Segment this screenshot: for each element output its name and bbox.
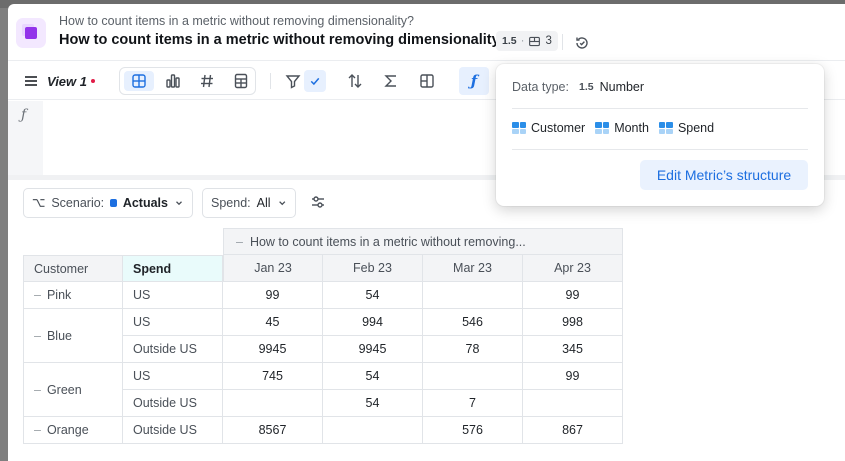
layout-icon[interactable] (418, 68, 436, 94)
sheet-view-icon[interactable] (233, 72, 249, 90)
value-cell[interactable]: 45 (223, 309, 323, 336)
month-header-feb[interactable]: Feb 23 (323, 255, 423, 282)
formula-gutter: ƒ (8, 101, 43, 175)
dimension-month[interactable]: Month (595, 121, 649, 135)
metric-app-icon (16, 18, 46, 48)
value-cell[interactable] (523, 390, 623, 417)
customer-row-orange[interactable]: – Orange (23, 417, 123, 444)
value-cell[interactable] (223, 390, 323, 417)
dimension-list: Customer Month Spend (512, 121, 714, 135)
value-cell[interactable]: 9945 (223, 336, 323, 363)
page-title[interactable]: How to count items in a metric without r… (59, 32, 509, 48)
view-selector[interactable]: View 1 (47, 68, 95, 94)
scenario-color-swatch (110, 199, 117, 207)
dimension-spend[interactable]: Spend (658, 121, 714, 135)
unsaved-indicator (90, 79, 95, 83)
view-mode-group (119, 67, 256, 95)
value-cell[interactable]: 54 (323, 363, 423, 390)
formula-icon[interactable]: ƒ (459, 67, 489, 95)
sort-icon[interactable] (346, 68, 364, 94)
header-divider (562, 34, 563, 50)
metric-group-header[interactable]: – How to count items in a metric without… (223, 228, 623, 255)
popover-divider (512, 149, 808, 150)
month-header-mar[interactable]: Mar 23 (423, 255, 523, 282)
month-header-jan[interactable]: Jan 23 (223, 255, 323, 282)
data-type-label: Data type: (512, 80, 569, 94)
value-cell[interactable]: 99 (223, 282, 323, 309)
customer-column-header[interactable]: Customer (23, 255, 123, 282)
metric-type-chip[interactable]: 1.5 · 3 (496, 31, 558, 51)
filter-check-icon[interactable] (304, 70, 326, 92)
dimension-customer[interactable]: Customer (512, 121, 585, 135)
dimension-icon (658, 122, 673, 134)
spend-cell: Outside US (123, 417, 223, 444)
edit-metric-structure-button[interactable]: Edit Metric’s structure (640, 160, 808, 190)
value-cell[interactable]: 546 (423, 309, 523, 336)
spend-filter-value: All (256, 196, 271, 210)
breadcrumb[interactable]: How to count items in a metric without r… (59, 14, 414, 28)
value-cell[interactable]: 99 (523, 282, 623, 309)
dimension-icon (595, 122, 610, 134)
spend-filter-label: Spend: (211, 196, 251, 210)
customer-row-green[interactable]: – Green (23, 363, 123, 417)
scenario-icon (32, 199, 45, 207)
value-cell[interactable]: 576 (423, 417, 523, 444)
value-cell[interactable]: 9945 (323, 336, 423, 363)
number-view-icon[interactable] (199, 72, 215, 90)
menu-icon[interactable] (22, 68, 40, 94)
data-type-value: Number (599, 80, 645, 94)
value-cell[interactable] (423, 363, 523, 390)
chart-view-icon[interactable] (165, 72, 181, 90)
value-cell[interactable] (423, 282, 523, 309)
dimension-count: 3 (545, 35, 552, 47)
number-type-icon: 1.5 (502, 35, 517, 47)
spend-cell: US (123, 363, 223, 390)
value-cell[interactable]: 345 (523, 336, 623, 363)
value-cell[interactable]: 998 (523, 309, 623, 336)
number-type-icon: 1.5 (578, 81, 594, 93)
filter-settings-icon[interactable] (310, 194, 326, 210)
history-icon[interactable] (574, 35, 590, 51)
table-view-icon[interactable] (131, 72, 147, 90)
spend-cell: US (123, 309, 223, 336)
spend-column-header[interactable]: Spend (123, 255, 223, 282)
value-cell[interactable]: 99 (523, 363, 623, 390)
value-cell[interactable]: 54 (323, 390, 423, 417)
scenario-label: Scenario: (51, 196, 105, 210)
value-cell[interactable]: 54 (323, 282, 423, 309)
view-label: View 1 (47, 73, 87, 89)
data-type-row: Data type: 1.5 Number (512, 80, 644, 94)
value-cell[interactable]: 745 (223, 363, 323, 390)
popover-divider (512, 108, 808, 109)
formula-editor[interactable] (43, 101, 503, 175)
month-header-apr[interactable]: Apr 23 (523, 255, 623, 282)
customer-row-blue[interactable]: – Blue (23, 309, 123, 363)
spend-cell: Outside US (123, 336, 223, 363)
value-cell[interactable]: 78 (423, 336, 523, 363)
spend-filter[interactable]: Spend: All (202, 188, 296, 218)
spend-cell: Outside US (123, 390, 223, 417)
value-cell[interactable]: 994 (323, 309, 423, 336)
dimension-icon (512, 122, 526, 134)
sum-icon[interactable] (382, 68, 400, 94)
scenario-filter[interactable]: Scenario: Actuals (23, 188, 193, 218)
formula-fx-icon: ƒ (21, 107, 27, 123)
scenario-value: Actuals (122, 196, 168, 210)
value-cell[interactable]: 8567 (223, 417, 323, 444)
metric-info-popover: Data type: 1.5 Number Customer Month Spe… (496, 64, 824, 206)
filter-icon[interactable] (284, 68, 302, 94)
chevron-down-icon (278, 201, 285, 206)
toolbar-divider (270, 73, 271, 89)
spend-cell: US (123, 282, 223, 309)
customer-row-pink[interactable]: – Pink (23, 282, 123, 309)
dimensions-icon (529, 36, 541, 46)
value-cell[interactable] (323, 417, 423, 444)
value-cell[interactable]: 867 (523, 417, 623, 444)
value-cell[interactable]: 7 (423, 390, 523, 417)
chevron-down-icon (176, 201, 182, 206)
